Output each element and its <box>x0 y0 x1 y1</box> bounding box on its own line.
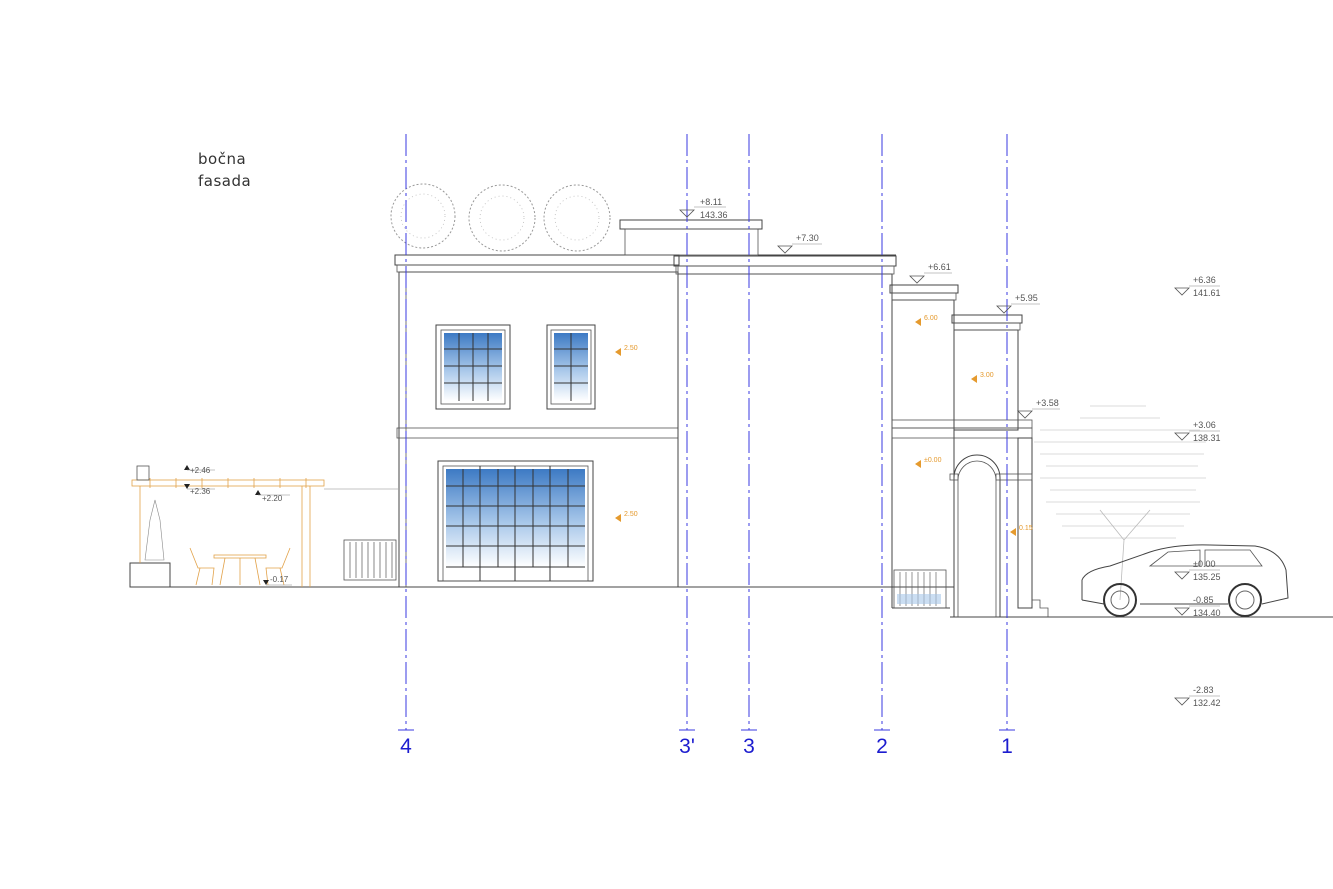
level-right-mid-upper: +3.06 <box>1193 420 1216 430</box>
level-roof-top-upper: +8.11 <box>700 197 722 207</box>
window-upper-left <box>435 324 511 410</box>
axis-label-2: 2 <box>876 735 888 758</box>
level-pergola-a: +2.46 <box>190 466 211 475</box>
pergola <box>129 465 398 588</box>
level-pergola-c: +2.20 <box>262 494 283 503</box>
room-mark-wing-mid: 3.00 <box>980 372 994 379</box>
level-right-top-upper: +6.36 <box>1193 275 1216 285</box>
level-ground2-lower: 134.40 <box>1193 608 1221 618</box>
level-wing-b: +5.95 <box>1015 293 1038 303</box>
main-block-right <box>673 254 897 588</box>
side-wing <box>889 284 1049 617</box>
room-mark-arch: 0.15 <box>1019 525 1033 532</box>
room-mark-upper-left: 2.50 <box>624 345 638 352</box>
level-roof-mid: +7.30 <box>796 233 819 243</box>
level-ground-lower: 135.25 <box>1193 572 1221 582</box>
level-pergola-b: +2.36 <box>190 487 211 496</box>
elevation-drawing: 4 3' 3 2 1 +8.11 143.36 +7.30 +6.61 +5.9… <box>129 134 1333 758</box>
level-arch-top: +3.58 <box>1036 398 1059 408</box>
ground-lines <box>130 586 1333 618</box>
level-bottom-upper: -2.83 <box>1193 685 1214 695</box>
level-ground2-upper: -0.85 <box>1193 595 1214 605</box>
room-mark-lower-left: 2.50 <box>624 511 638 518</box>
level-terrace: -0.17 <box>270 575 289 584</box>
level-right-top-lower: 141.61 <box>1193 288 1221 298</box>
room-mark-wing-lower: ±0.00 <box>924 457 942 464</box>
level-right-mid-lower: 138.31 <box>1193 433 1221 443</box>
level-wing-a: +6.61 <box>928 262 951 272</box>
level-bottom-lower: 132.42 <box>1193 698 1221 708</box>
level-roof-top-lower: 143.36 <box>700 210 728 220</box>
grid-axes: 4 3' 3 2 1 <box>398 134 1015 758</box>
tree-2 <box>468 184 536 252</box>
room-mark-wing-upper: 6.00 <box>924 315 938 322</box>
tree-3 <box>543 184 611 252</box>
level-ground-upper: ±0.00 <box>1193 559 1215 569</box>
background-tree <box>1034 405 1206 601</box>
patio-doors <box>437 460 594 582</box>
axis-label-1: 1 <box>1001 735 1013 758</box>
car <box>1081 544 1289 617</box>
railing-left <box>343 539 397 581</box>
axis-label-4: 4 <box>400 735 412 758</box>
car-wheel-rear <box>1228 583 1262 617</box>
window-upper-right <box>546 324 596 410</box>
axis-label-3: 3 <box>743 735 755 758</box>
rooftop-trees <box>390 183 611 252</box>
axis-label-3prime: 3' <box>679 735 695 758</box>
